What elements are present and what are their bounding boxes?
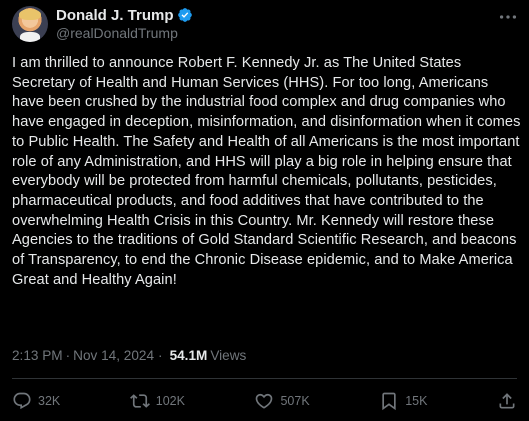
action-bar: 32K 102K 507K 15K (12, 388, 517, 414)
bookmark-icon (382, 392, 396, 411)
share-icon (499, 393, 515, 409)
post-header: Donald J. Trump @realDonaldTrump (12, 4, 193, 44)
reply-icon (13, 392, 31, 410)
post-time[interactable]: 2:13 PM (12, 348, 63, 363)
bookmark-button[interactable]: 15K (379, 391, 427, 411)
share-button[interactable] (497, 391, 517, 411)
post-meta: 2:13 PM · Nov 14, 2024 · 54.1M Views (12, 348, 246, 363)
meta-separator: · (65, 348, 71, 363)
divider (12, 378, 517, 379)
avatar[interactable] (12, 6, 48, 42)
post-text: I am thrilled to announce Robert F. Kenn… (12, 55, 521, 288)
repost-button[interactable]: 102K (129, 391, 185, 411)
heart-icon (256, 393, 273, 409)
reply-button[interactable]: 32K (12, 391, 60, 411)
like-button[interactable]: 507K (254, 391, 310, 411)
post-date[interactable]: Nov 14, 2024 (73, 348, 154, 363)
display-name[interactable]: Donald J. Trump (56, 7, 174, 24)
views-label: Views (210, 348, 247, 363)
repost-count: 102K (155, 394, 185, 408)
verified-badge-icon (177, 7, 193, 23)
display-name-row: Donald J. Trump (56, 6, 193, 24)
like-count: 507K (280, 394, 310, 408)
handle[interactable]: @realDonaldTrump (56, 24, 193, 42)
views-count[interactable]: 54.1M (170, 348, 208, 363)
repost-icon (129, 394, 150, 408)
post-card: Donald J. Trump @realDonaldTrump I am th… (0, 0, 529, 421)
author-info: Donald J. Trump @realDonaldTrump (56, 6, 193, 42)
reply-count: 32K (38, 394, 61, 408)
meta-separator-2: · (158, 348, 163, 363)
more-options-icon[interactable] (497, 6, 519, 28)
bookmark-count: 15K (405, 394, 428, 408)
